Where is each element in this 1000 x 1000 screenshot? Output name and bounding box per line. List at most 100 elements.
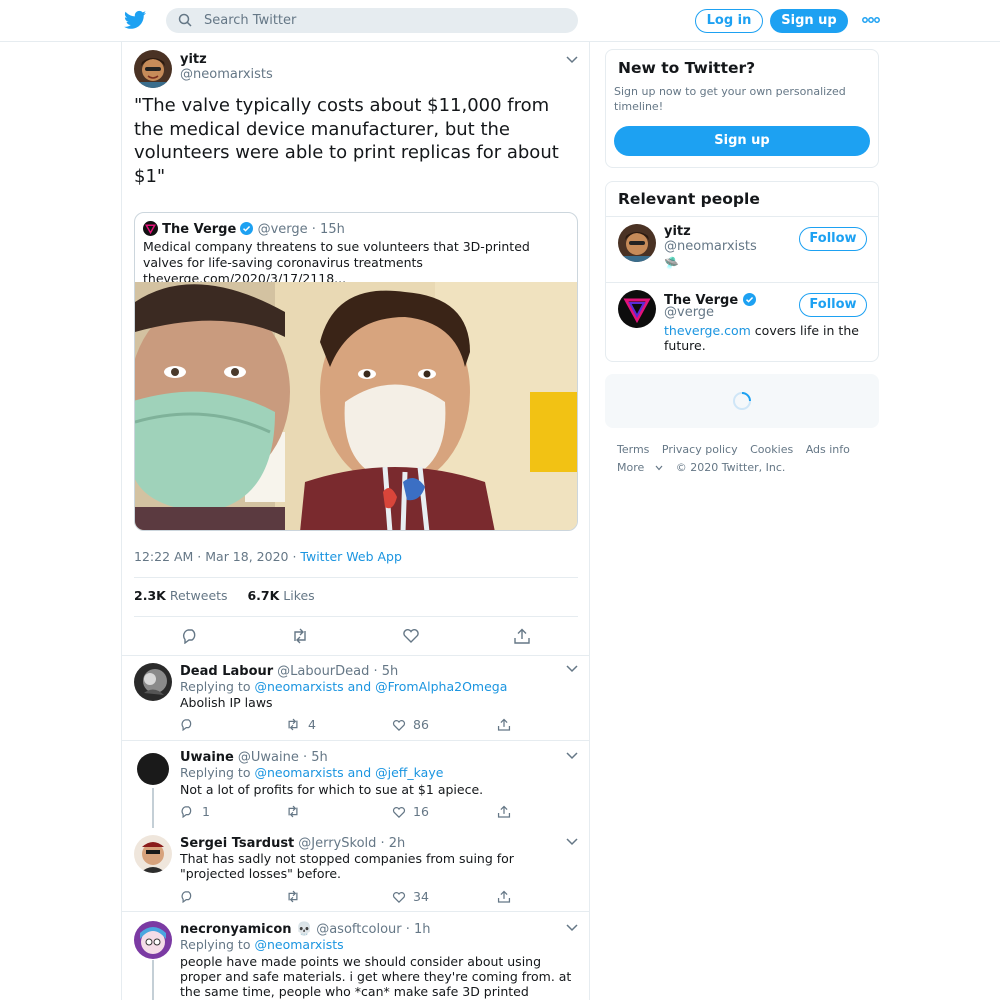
avatar[interactable] — [134, 921, 172, 959]
search-box[interactable] — [166, 8, 578, 33]
like-icon[interactable] — [392, 719, 406, 732]
tweet-source-link[interactable]: Twitter Web App — [300, 549, 402, 564]
quoted-tweet-header: The Verge @verge · 15h — [143, 221, 345, 237]
quoted-tweet-photo[interactable] — [135, 282, 578, 531]
reply-author-name[interactable]: Dead Labour — [180, 664, 273, 679]
avatar[interactable] — [134, 50, 172, 88]
verified-badge-icon — [743, 293, 757, 306]
like-icon[interactable] — [392, 806, 406, 819]
reply-icon[interactable] — [180, 890, 194, 903]
chevron-down-icon[interactable] — [566, 752, 578, 760]
avatar[interactable] — [134, 663, 172, 701]
reply-author-handle[interactable]: @LabourDead · 5h — [277, 664, 398, 679]
the-verge-logo-icon — [143, 221, 158, 236]
replying-to-link[interactable]: @neomarxists and @FromAlpha2Omega — [254, 679, 507, 694]
top-bar: Log in Sign up — [0, 0, 1000, 42]
share-icon[interactable] — [513, 628, 531, 644]
footer-link-cookies[interactable]: Cookies — [750, 443, 793, 456]
follow-button[interactable]: Follow — [799, 293, 867, 317]
new-to-twitter-card: New to Twitter? Sign up now to get your … — [605, 49, 879, 168]
reply-author-name[interactable]: Uwaine — [180, 750, 234, 765]
sidebar-footer: Terms Privacy policy Cookies Ads info Mo… — [617, 441, 879, 477]
replying-to-link[interactable]: @neomarxists and @jeff_kaye — [254, 765, 443, 780]
share-icon[interactable] — [497, 890, 511, 903]
likes-label[interactable]: Likes — [283, 588, 314, 603]
reply-author-handle[interactable]: @asoftcolour · 1h — [316, 922, 430, 937]
reply-author-handle[interactable]: @JerrySkold · 2h — [298, 836, 405, 851]
follow-button[interactable]: Follow — [799, 227, 867, 251]
replying-to: Replying to @neomarxists and @FromAlpha2… — [180, 679, 508, 694]
chevron-down-icon[interactable] — [566, 838, 578, 846]
copyright: © 2020 Twitter, Inc. — [675, 461, 786, 474]
reply-icon[interactable] — [180, 805, 194, 818]
retweets-count[interactable]: 2.3K — [134, 588, 166, 603]
tweet-text: "The valve typically costs about $11,000… — [134, 95, 559, 187]
reply-count: 1 — [202, 804, 210, 819]
divider — [122, 911, 589, 912]
retweet-icon[interactable] — [286, 805, 300, 818]
avatar[interactable] — [618, 224, 656, 262]
quoted-tweet-time: · 15h — [311, 222, 345, 237]
footer-link-ads[interactable]: Ads info — [806, 443, 850, 456]
signup-button[interactable]: Sign up — [770, 9, 848, 33]
reply-header: Uwaine @Uwaine · 5h — [180, 749, 328, 765]
relevant-people-title: Relevant people — [618, 190, 760, 208]
main-timeline: yitz @neomarxists "The valve typically c… — [121, 42, 590, 1000]
replying-to: Replying to @neomarxists — [180, 937, 344, 952]
search-icon — [178, 13, 192, 27]
quoted-tweet-text: Medical company threatens to sue volunte… — [143, 239, 530, 286]
more-options-icon[interactable] — [862, 13, 880, 27]
like-icon[interactable] — [392, 891, 406, 904]
footer-link-privacy[interactable]: Privacy policy — [662, 443, 738, 456]
search-input[interactable] — [204, 8, 564, 33]
the-verge-logo-icon — [618, 290, 656, 328]
avatar[interactable] — [618, 290, 656, 328]
retweet-icon[interactable] — [291, 628, 309, 644]
footer-link-terms[interactable]: Terms — [617, 443, 649, 456]
tweet-author-handle[interactable]: @neomarxists — [180, 67, 273, 82]
reply-text: Not a lot of profits for which to sue at… — [180, 782, 484, 797]
share-icon[interactable] — [497, 718, 511, 731]
new-to-twitter-title: New to Twitter? — [618, 59, 756, 77]
divider — [606, 216, 878, 217]
chevron-down-icon[interactable] — [566, 56, 578, 64]
quoted-author-handle: @verge — [257, 222, 308, 237]
reply-author-name[interactable]: Sergei Tsardust — [180, 836, 294, 851]
reply-author-handle[interactable]: @Uwaine · 5h — [238, 750, 328, 765]
reply-author-name[interactable]: necronyamicon 💀 — [180, 922, 312, 937]
person-handle[interactable]: @neomarxists — [664, 239, 757, 254]
retweet-icon[interactable] — [286, 890, 300, 903]
bio-link[interactable]: theverge.com — [664, 323, 751, 338]
divider — [122, 740, 589, 741]
replying-to: Replying to @neomarxists and @jeff_kaye — [180, 765, 444, 780]
retweet-icon[interactable] — [286, 718, 300, 731]
reply-icon[interactable] — [180, 718, 194, 731]
chevron-down-icon[interactable] — [566, 665, 578, 673]
retweets-label[interactable]: Retweets — [170, 588, 228, 603]
likes-count[interactable]: 6.7K — [247, 588, 279, 603]
chevron-down-icon[interactable] — [566, 924, 578, 932]
person-name[interactable]: yitz — [664, 224, 691, 239]
tweet-stats: 2.3K Retweets 6.7K Likes — [134, 588, 315, 603]
like-icon[interactable] — [402, 628, 420, 644]
footer-more[interactable]: More — [617, 461, 663, 474]
thread-line — [152, 788, 154, 828]
like-count: 86 — [413, 717, 429, 732]
twitter-logo-icon[interactable] — [124, 10, 146, 30]
quoted-tweet[interactable]: The Verge @verge · 15h Medical company t… — [134, 212, 578, 531]
avatar[interactable] — [137, 753, 169, 785]
verified-badge-icon — [240, 222, 254, 235]
tweet-timestamp[interactable]: 12:22 AM · Mar 18, 2020 · — [134, 549, 296, 564]
avatar[interactable] — [134, 835, 172, 873]
share-icon[interactable] — [497, 805, 511, 818]
replying-to-link[interactable]: @neomarxists — [254, 937, 343, 952]
reply-icon[interactable] — [181, 628, 199, 644]
sidebar-signup-button[interactable]: Sign up — [614, 126, 870, 156]
chevron-down-icon — [655, 465, 663, 471]
login-button[interactable]: Log in — [695, 9, 763, 33]
person-handle[interactable]: @verge — [664, 305, 714, 320]
tweet-meta: 12:22 AM · Mar 18, 2020 · Twitter Web Ap… — [134, 549, 402, 564]
tweet-author-name[interactable]: yitz — [180, 52, 207, 67]
reply-header: necronyamicon 💀 @asoftcolour · 1h — [180, 921, 431, 937]
thread-line — [152, 960, 154, 1000]
